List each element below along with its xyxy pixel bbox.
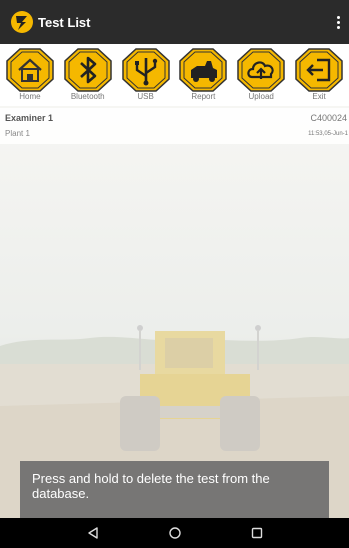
back-button[interactable] xyxy=(83,523,103,543)
home-label: Home xyxy=(19,92,41,101)
upload-button[interactable]: Upload xyxy=(233,44,289,101)
bluetooth-icon xyxy=(63,48,112,92)
bluetooth-button[interactable]: Bluetooth xyxy=(60,44,116,101)
app-title: Test List xyxy=(38,14,91,30)
examiner-name: Examiner 1 xyxy=(5,113,54,123)
back-icon xyxy=(87,527,98,539)
bluetooth-label: Bluetooth xyxy=(70,92,105,101)
home-icon xyxy=(6,48,54,92)
exit-icon xyxy=(295,48,343,92)
recents-icon xyxy=(251,527,262,539)
test-list[interactable]: Examiner 1 C400024 Plant 1 11:53,05-Jun-… xyxy=(0,106,349,518)
report-button[interactable]: Report xyxy=(175,44,231,101)
home-button[interactable]: Home xyxy=(2,44,58,101)
overflow-menu-button[interactable] xyxy=(327,0,349,44)
list-item[interactable]: Examiner 1 C400024 Plant 1 11:53,05-Jun-… xyxy=(0,108,349,144)
upload-label: Upload xyxy=(248,92,274,101)
home-nav-button[interactable] xyxy=(165,523,185,543)
system-nav-bar xyxy=(0,518,349,548)
plant-name: Plant 1 xyxy=(5,129,30,138)
background-photo xyxy=(0,106,349,518)
exit-label: Exit xyxy=(312,92,326,101)
toast-message: Press and hold to delete the test from t… xyxy=(20,461,329,518)
usb-label: USB xyxy=(137,92,154,101)
recents-button[interactable] xyxy=(247,523,267,543)
app-logo-icon xyxy=(10,10,34,34)
usb-icon xyxy=(121,48,170,92)
app-bar: Test List xyxy=(0,0,349,44)
usb-button[interactable]: USB xyxy=(118,44,174,101)
report-label: Report xyxy=(191,92,216,101)
home-circle-icon xyxy=(168,527,181,539)
toolbar: Home Bluetooth USB Report Upload Exit xyxy=(0,44,349,106)
test-code: C400024 xyxy=(310,113,347,123)
report-icon xyxy=(179,48,228,92)
more-vertical-icon xyxy=(336,15,340,29)
test-timestamp: 11:53,05-Jun-1 xyxy=(308,131,348,137)
exit-button[interactable]: Exit xyxy=(291,44,347,101)
upload-icon xyxy=(237,48,285,92)
